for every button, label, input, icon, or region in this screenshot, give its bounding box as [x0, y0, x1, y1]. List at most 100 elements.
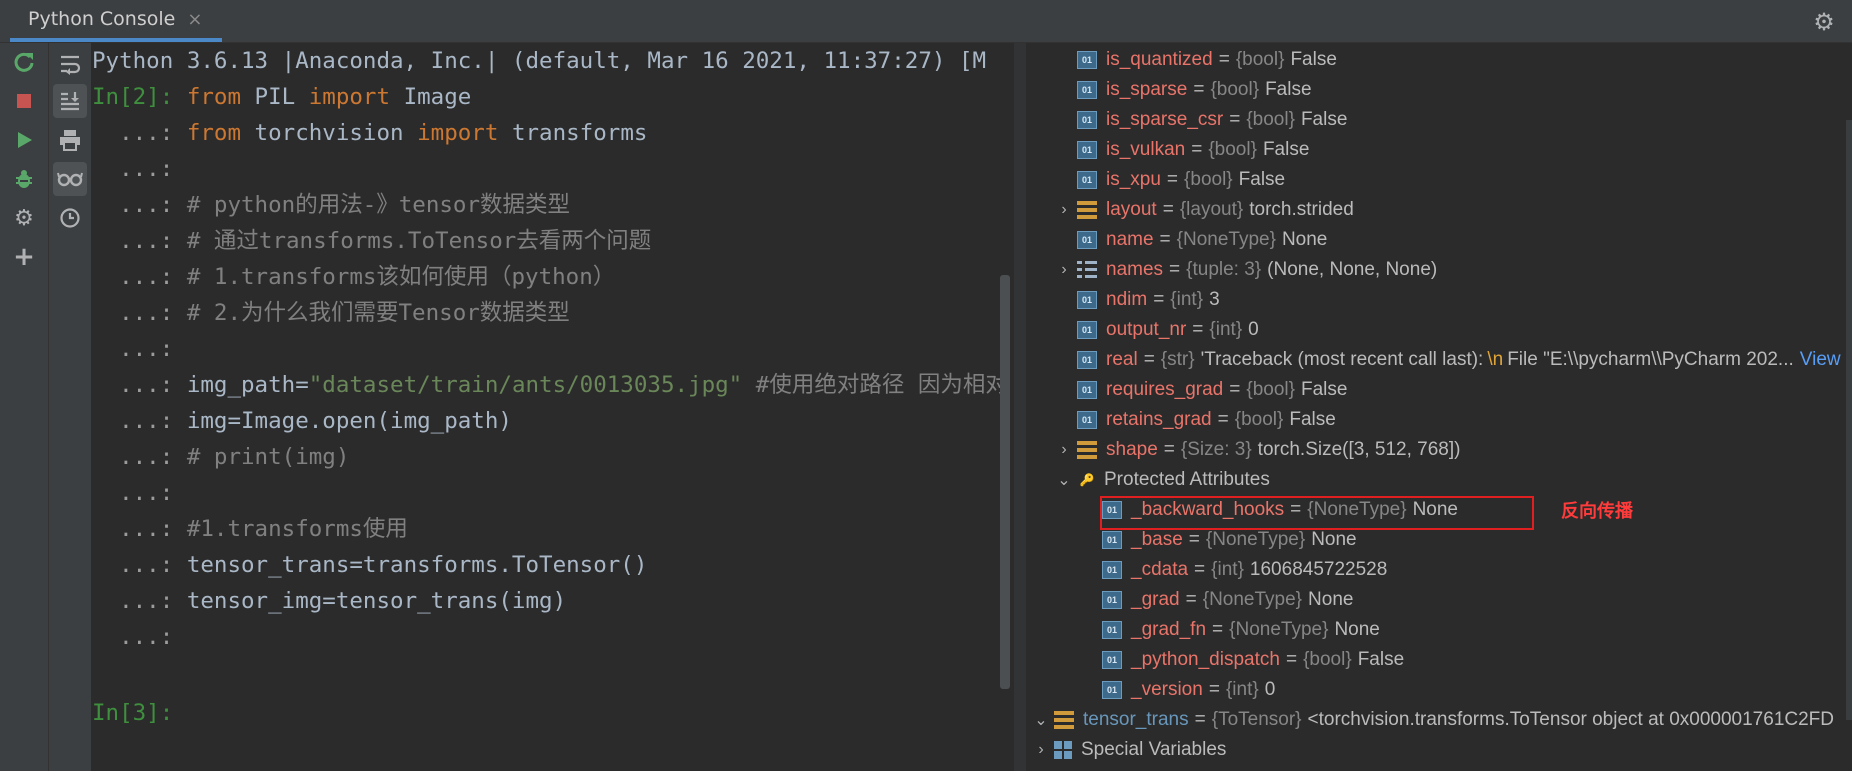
console-output[interactable]: Python 3.6.13 |Anaconda, Inc.| (default,…: [92, 43, 1014, 771]
variable-row[interactable]: 01 is_vulkan = {bool} False: [1051, 135, 1309, 165]
console-token: transforms: [498, 120, 648, 146]
variable-type: {NoneType}: [1205, 529, 1306, 550]
variable-row[interactable]: 01 ndim = {int} 3: [1051, 285, 1220, 315]
debug-button[interactable]: [7, 162, 41, 196]
collapsed-arrow-icon[interactable]: ›: [1051, 441, 1077, 459]
variable-row[interactable]: 01 is_quantized = {bool} False: [1051, 45, 1337, 75]
highlight-box: [1100, 496, 1534, 530]
console-token: ...:: [92, 156, 174, 182]
view-link[interactable]: View: [1800, 349, 1841, 371]
panel-splitter[interactable]: [1014, 43, 1026, 771]
history-button[interactable]: [53, 201, 87, 235]
variable-type: {bool}: [1246, 109, 1295, 130]
console-scrollbar[interactable]: [1000, 275, 1010, 689]
soft-wrap-button[interactable]: [53, 47, 87, 81]
variable-type: {bool}: [1234, 409, 1284, 430]
variable-name: layout: [1106, 199, 1157, 220]
variable-name: _grad_fn: [1131, 619, 1207, 640]
print-icon: [60, 130, 80, 151]
variable-name: is_xpu: [1106, 169, 1161, 190]
variable-row[interactable]: 01 is_xpu = {bool} False: [1051, 165, 1285, 195]
variable-row[interactable]: 01 _python_dispatch = {bool} False: [1076, 645, 1404, 675]
escaped-newline: \n: [1487, 349, 1504, 370]
glasses-icon: [57, 172, 83, 187]
primitive-variable-icon: 01: [1102, 591, 1122, 609]
variables-panel: 01 is_quantized = {bool} False 01 is_sparse = {b…: [1026, 43, 1852, 771]
console-toolbar-primary: ⚙ +: [0, 43, 49, 771]
stop-button[interactable]: [7, 84, 41, 118]
console-token: tensor_img=tensor_trans(img): [186, 588, 567, 614]
equals-sign: =: [1143, 349, 1155, 370]
protected-attributes-icon: 🔑: [1079, 473, 1095, 487]
variable-row[interactable]: › shape = {Size: 3} torch.Size([3, 512, 768]…: [1051, 435, 1460, 465]
rerun-icon: [14, 52, 34, 72]
variable-type: {bool}: [1210, 79, 1260, 100]
variable-row[interactable]: › Special Variables: [1028, 735, 1226, 765]
console-token: #1.transforms使用: [186, 516, 408, 542]
rerun-button[interactable]: [7, 45, 41, 79]
console-line: ...:: [92, 331, 173, 367]
variable-name: is_sparse_csr: [1106, 109, 1224, 130]
expanded-arrow-icon[interactable]: ⌄: [1051, 470, 1077, 490]
variable-value: False: [1265, 79, 1312, 100]
collapsed-arrow-icon[interactable]: ›: [1028, 741, 1054, 759]
variable-row[interactable]: 01 requires_grad = {bool} False: [1051, 375, 1347, 405]
show-variables-button[interactable]: [53, 162, 87, 196]
variable-row[interactable]: 01 real = {str} 'Traceback (most recent call…: [1051, 345, 1841, 375]
console-token: ...:: [92, 444, 187, 470]
tab-python-console[interactable]: Python Console ×: [10, 0, 223, 42]
variable-row[interactable]: 01 is_sparse = {bool} False: [1051, 75, 1312, 105]
console-token: ...:: [92, 624, 174, 650]
variable-type: {bool}: [1208, 139, 1257, 160]
variable-row[interactable]: 01 output_nr = {int} 0: [1051, 315, 1259, 345]
scroll-to-end-button[interactable]: [53, 84, 87, 118]
primitive-variable-icon: 01: [1077, 231, 1097, 249]
variable-value: False: [1300, 109, 1348, 130]
scroll-to-end-icon: [61, 92, 79, 111]
collapsed-arrow-icon[interactable]: ›: [1051, 201, 1077, 219]
variable-value: None: [1281, 229, 1328, 250]
equals-sign: =: [1159, 229, 1171, 250]
tool-window-header: Python Console × ⚙: [0, 0, 1852, 43]
variables-scrollbar[interactable]: [1846, 120, 1852, 720]
equals-sign: =: [1285, 649, 1298, 670]
variable-row[interactable]: 01 _version = {int} 0: [1076, 675, 1275, 705]
variable-row[interactable]: › names = {tuple: 3} (None, None, None): [1051, 255, 1437, 285]
console-token: # 2.为什么我们需要Tensor数据类型: [186, 300, 570, 326]
variable-value: None: [1311, 529, 1357, 550]
debug-icon: [16, 170, 32, 188]
soft-wrap-icon: [61, 55, 81, 75]
collapsed-arrow-icon[interactable]: ›: [1051, 261, 1077, 279]
variable-name: name: [1106, 229, 1154, 250]
primitive-variable-icon: 01: [1102, 651, 1122, 669]
expanded-arrow-icon[interactable]: ⌄: [1028, 710, 1054, 730]
console-line: ...: # python的用法-》tensor数据类型: [92, 187, 570, 223]
primitive-variable-icon: 01: [1077, 51, 1097, 69]
gear-icon[interactable]: ⚙: [1810, 8, 1838, 36]
settings-button[interactable]: ⚙: [7, 201, 41, 235]
console-token: ...:: [92, 300, 187, 326]
history-icon: [60, 208, 80, 228]
close-tab-icon[interactable]: ×: [187, 9, 202, 30]
print-button[interactable]: [53, 123, 87, 157]
variable-row[interactable]: 01 _grad_fn = {NoneType} None: [1076, 615, 1380, 645]
primitive-variable-icon: 01: [1077, 381, 1097, 399]
variable-row[interactable]: ⌄ tensor_trans = {ToTensor} <torchvision.tra…: [1028, 705, 1834, 735]
variable-name: is_vulkan: [1106, 139, 1186, 160]
variable-name: _grad: [1131, 589, 1180, 610]
variable-row[interactable]: › layout = {layout} torch.strided: [1051, 195, 1353, 225]
variable-name: Special Variables: [1081, 739, 1227, 760]
variable-row[interactable]: 01 retains_grad = {bool} False: [1051, 405, 1336, 435]
variable-row[interactable]: 01 is_sparse_csr = {bool} False: [1051, 105, 1347, 135]
variable-row[interactable]: 01 _cdata = {int} 1606845722528: [1076, 555, 1387, 585]
variable-row[interactable]: ⌄ 🔑 Protected Attributes: [1051, 465, 1270, 495]
variable-row[interactable]: 01 _grad = {NoneType} None: [1076, 585, 1353, 615]
console-line: ...: # 1.transforms该如何使用（python）: [92, 259, 615, 295]
primitive-variable-icon: 01: [1077, 81, 1097, 99]
console-line: ...: # print(img): [92, 439, 349, 475]
primitive-variable-icon: 01: [1077, 411, 1097, 429]
variable-row[interactable]: 01 name = {NoneType} None: [1051, 225, 1327, 255]
special-variables-icon: [1054, 741, 1072, 759]
run-button[interactable]: [7, 123, 41, 157]
add-button[interactable]: +: [7, 240, 41, 274]
